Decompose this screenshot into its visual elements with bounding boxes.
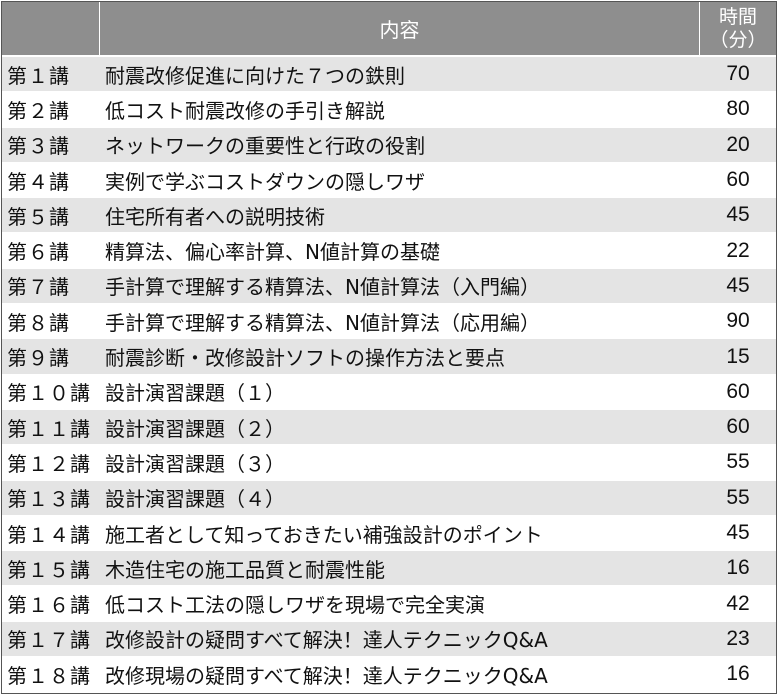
lecture-minutes: 45	[726, 521, 750, 544]
lecture-table: 内容 時間 （分） 第１講 耐震改修促進に向けた７つの鉄則 70 第２講 低コスト耐震改…	[1, 1, 777, 694]
lecture-minutes: 42	[726, 591, 750, 615]
lecture-number: 第１５講	[7, 557, 91, 582]
table-row: 第５講 住宅所有者への説明技術 45	[2, 197, 776, 233]
lecture-number: 第８講	[7, 310, 70, 335]
table-row: 第１講 耐震改修促進に向けた７つの鉄則 70	[2, 56, 776, 92]
table-row: 第１３講 設計演習課題（４） 55	[2, 479, 776, 515]
lecture-number: 第１８講	[7, 663, 91, 688]
lecture-minutes: 23	[726, 626, 750, 650]
lecture-minutes: 15	[726, 344, 750, 368]
table-row: 第４講 実例で学ぶコストダウンの隠しワザ 60	[2, 161, 776, 198]
table-header: 内容 時間 （分）	[2, 2, 776, 56]
lecture-minutes: 60	[726, 415, 750, 439]
table-row: 第９講 耐震診断・改修設計ソフトの操作方法と要点 15	[2, 338, 776, 374]
table-row: 第１０講 設計演習課題（１） 60	[2, 373, 776, 409]
table-row: 第１６講 低コスト工法の隠しワザを現場で完全実演 42	[2, 585, 776, 621]
lecture-number: 第１０講	[7, 381, 91, 406]
lecture-minutes: 45	[726, 203, 750, 227]
lecture-title: 施工者として知っておきたい補強設計のポイント	[105, 522, 543, 547]
header-time-unit: （分）	[709, 28, 767, 51]
table-row: 第６講 精算法、偏心率計算、N値計算の基礎 22	[2, 232, 776, 268]
lecture-number: 第５講	[7, 204, 70, 229]
lecture-minutes: 60	[726, 168, 750, 192]
header-content-cell: 内容	[100, 2, 700, 55]
lecture-number: 第１４講	[7, 522, 91, 547]
lecture-minutes: 80	[726, 97, 750, 121]
table-body: 第１講 耐震改修促進に向けた７つの鉄則 70 第２講 低コスト耐震改修の手引き解説 80 第…	[2, 56, 776, 692]
lecture-title: 設計演習課題（３）	[105, 451, 285, 476]
lecture-minutes: 90	[726, 309, 750, 333]
lecture-number: 第１２講	[7, 451, 91, 476]
lecture-minutes: 55	[726, 485, 750, 509]
lecture-title: 改修現場の疑問すべて解決！達人テクニックQ&A	[105, 663, 548, 688]
header-time-label: 時間	[718, 5, 757, 28]
table-row: 第１２講 設計演習課題（３） 55	[2, 444, 776, 480]
lecture-number: 第３講	[7, 134, 70, 159]
lecture-minutes: 22	[726, 238, 750, 262]
lecture-title: 設計演習課題（２）	[105, 416, 285, 441]
lecture-number: 第２講	[7, 98, 70, 123]
lecture-minutes: 45	[726, 273, 750, 297]
lecture-minutes: 55	[726, 450, 750, 474]
table-row: 第８講 手計算で理解する精算法、N値計算法（応用編） 90	[2, 303, 776, 339]
lecture-minutes: 70	[726, 62, 750, 86]
lecture-number: 第１１講	[7, 416, 91, 441]
lecture-number: 第１講	[7, 63, 70, 88]
lecture-number: 第１７講	[7, 628, 91, 653]
lecture-title: 実例で学ぶコストダウンの隠しワザ	[105, 169, 425, 194]
lecture-minutes: 16	[726, 662, 750, 686]
header-time-cell: 時間 （分）	[700, 2, 776, 55]
lecture-title: 精算法、偏心率計算、N値計算の基礎	[105, 240, 440, 265]
table-row: 第１４講 施工者として知っておきたい補強設計のポイント 45	[2, 514, 776, 551]
lecture-title: 低コスト耐震改修の手引き解説	[105, 98, 385, 123]
lecture-number: 第１６講	[7, 593, 91, 618]
table-row: 第１５講 木造住宅の施工品質と耐震性能 16	[2, 550, 776, 586]
table-row: 第１８講 改修現場の疑問すべて解決！達人テクニックQ&A 16	[2, 656, 776, 692]
lecture-title: 手計算で理解する精算法、N値計算法（応用編）	[105, 310, 540, 335]
table-row: 第１７講 改修設計の疑問すべて解決！達人テクニックQ&A 23	[2, 620, 776, 657]
lecture-title: 木造住宅の施工品質と耐震性能	[105, 557, 385, 582]
lecture-number: 第４講	[7, 169, 70, 194]
lecture-title: 住宅所有者への説明技術	[105, 204, 325, 229]
lecture-title: 手計算で理解する精算法、N値計算法（入門編）	[105, 275, 540, 300]
lecture-title: 耐震診断・改修設計ソフトの操作方法と要点	[105, 346, 505, 371]
lecture-minutes: 60	[726, 379, 750, 403]
lecture-title: 設計演習課題（１）	[105, 381, 285, 406]
table-row: 第１１講 設計演習課題（２） 60	[2, 408, 776, 445]
lecture-number: 第７講	[7, 275, 70, 300]
lecture-title: 耐震改修促進に向けた７つの鉄則	[105, 63, 405, 88]
lecture-title: 設計演習課題（４）	[105, 487, 285, 512]
table-row: 第７講 手計算で理解する精算法、N値計算法（入門編） 45	[2, 267, 776, 304]
lecture-number: 第１３講	[7, 487, 91, 512]
table-row: 第３講 ネットワークの重要性と行政の役割 20	[2, 126, 776, 162]
lecture-minutes: 16	[726, 556, 750, 580]
table-row: 第２講 低コスト耐震改修の手引き解説 80	[2, 91, 776, 127]
lecture-title: ネットワークの重要性と行政の役割	[105, 134, 425, 159]
lecture-title: 改修設計の疑問すべて解決！達人テクニックQ&A	[105, 628, 548, 653]
lecture-title: 低コスト工法の隠しワザを現場で完全実演	[105, 593, 485, 618]
lecture-number: 第６講	[7, 240, 70, 265]
header-number-cell	[2, 2, 100, 55]
lecture-minutes: 20	[726, 132, 750, 156]
lecture-number: 第９講	[7, 346, 70, 371]
